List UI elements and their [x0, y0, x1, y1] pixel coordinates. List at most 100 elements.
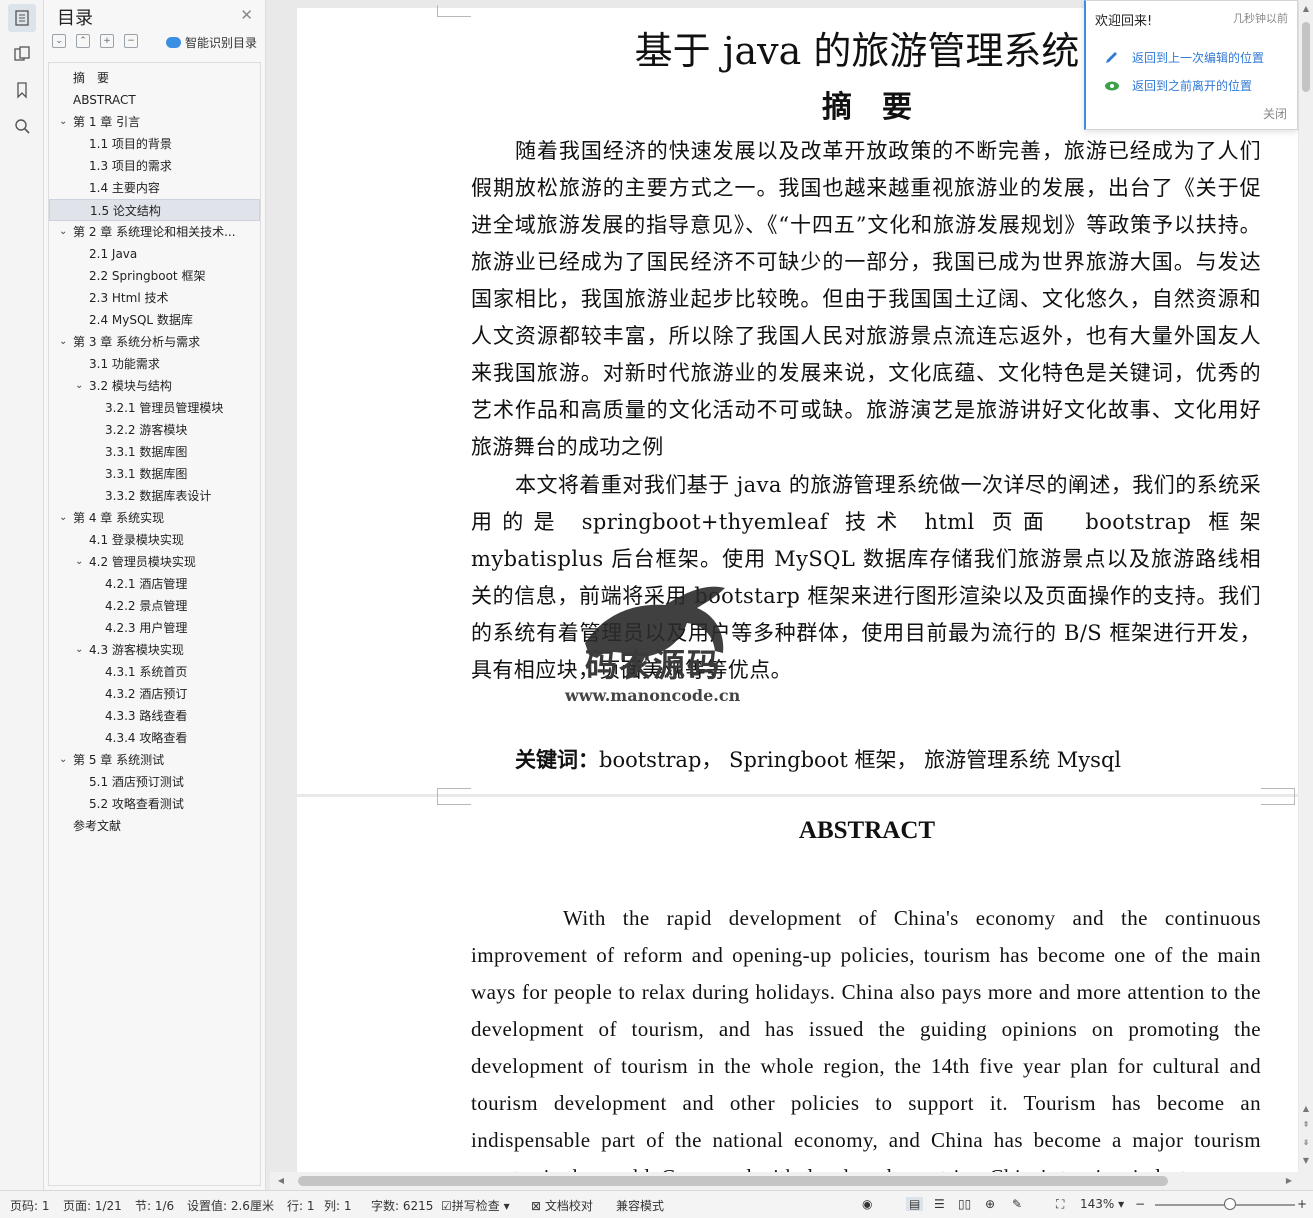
toc-item[interactable]: 1.1 项目的背景 [49, 133, 260, 155]
status-setting[interactable]: 设置值: 2.6厘米 [187, 1197, 274, 1214]
toc-item[interactable]: 3.2.1 管理员管理模块 [49, 397, 260, 419]
toc-item[interactable]: 1.3 项目的需求 [49, 155, 260, 177]
web-view-icon[interactable]: ⊕ [985, 1197, 995, 1211]
toc-item[interactable]: ⌄ 第 4 章 系统实现 [49, 507, 260, 529]
next-page-icon[interactable]: ⇟ [1301, 1138, 1311, 1148]
toc-item[interactable]: ⌄ 第 3 章 系统分析与需求 [49, 331, 260, 353]
collapse-all-icon[interactable]: ⌄ [52, 34, 66, 48]
toc-item[interactable]: ⌄ 第 1 章 引言 [49, 111, 260, 133]
close-icon[interactable]: ✕ [240, 6, 253, 24]
chevron-down-icon[interactable]: ⌄ [75, 375, 83, 397]
toc-item[interactable]: ⌄ 第 5 章 系统测试 [49, 749, 260, 771]
return-last-edit-link[interactable]: 返回到上一次编辑的位置 [1104, 49, 1264, 66]
toc-item[interactable]: 4.2.1 酒店管理 [49, 573, 260, 595]
chevron-down-icon[interactable]: ⌄ [75, 551, 83, 573]
chevron-down-icon[interactable]: ⌄ [59, 111, 67, 133]
outline-view-icon[interactable]: ☰ [934, 1197, 945, 1211]
toc-item[interactable]: 4.3.4 攻略查看 [49, 727, 260, 749]
toc-item[interactable]: ABSTRACT [49, 89, 260, 111]
toc-item[interactable]: 3.3.2 数据库表设计 [49, 485, 260, 507]
search-icon[interactable] [8, 112, 36, 140]
toc-item-label: 1.5 论文结构 [90, 204, 161, 218]
add-heading-icon[interactable]: + [100, 34, 114, 48]
toc-item[interactable]: 参考文献 [49, 815, 260, 837]
status-word-count[interactable]: 字数: 6215 [371, 1197, 433, 1214]
return-last-position-link[interactable]: 返回到之前离开的位置 [1104, 77, 1252, 94]
popup-close-button[interactable]: 关闭 [1263, 105, 1287, 122]
toc-item-label: 2.4 MySQL 数据库 [89, 313, 193, 327]
zoom-level[interactable]: 143% ▾ [1080, 1197, 1124, 1211]
doc-check-button[interactable]: ⊠ 文档校对 [531, 1197, 593, 1214]
status-col[interactable]: 列: 1 [324, 1197, 352, 1214]
horizontal-scroll-thumb[interactable] [298, 1176, 1168, 1186]
toc-item-label: 第 3 章 系统分析与需求 [73, 335, 201, 349]
toc-item[interactable]: 1.5 论文结构 [49, 199, 260, 221]
toc-item[interactable]: 摘 要 [49, 67, 260, 89]
scroll-right-icon[interactable]: ▶ [1284, 1176, 1294, 1186]
toc-item[interactable]: 3.3.1 数据库图 [49, 441, 260, 463]
toc-item[interactable]: 4.3.2 酒店预订 [49, 683, 260, 705]
toc-item[interactable]: 3.3.1 数据库图 [49, 463, 260, 485]
expand-all-icon[interactable]: ⌃ [76, 34, 90, 48]
toc-item[interactable]: ⌄ 4.2 管理员模块实现 [49, 551, 260, 573]
page-view-icon[interactable]: ▤ [906, 1197, 924, 1211]
toc-item[interactable]: 4.3.1 系统首页 [49, 661, 260, 683]
remove-heading-icon[interactable]: − [124, 34, 138, 48]
status-section[interactable]: 节: 1/6 [135, 1197, 174, 1214]
toc-item[interactable]: 3.1 功能需求 [49, 353, 260, 375]
toc-item[interactable]: 2.1 Java [49, 243, 260, 265]
toc-item[interactable]: 4.3.3 路线查看 [49, 705, 260, 727]
zoom-out-icon[interactable]: − [1135, 1197, 1145, 1211]
toc-item[interactable]: 4.1 登录模块实现 [49, 529, 260, 551]
english-abstract-paragraph: With the rapid development of China's ec… [471, 906, 1261, 1172]
chevron-down-icon[interactable]: ⌄ [75, 639, 83, 661]
reading-view-icon[interactable]: ▯▯ [958, 1197, 971, 1211]
eye-protection-icon[interactable]: ◉ [862, 1197, 872, 1211]
status-page-no[interactable]: 页码: 1 [10, 1197, 50, 1214]
chevron-down-icon[interactable]: ⌄ [59, 749, 67, 771]
toc-item[interactable]: 2.3 Html 技术 [49, 287, 260, 309]
toc-item[interactable]: 2.4 MySQL 数据库 [49, 309, 260, 331]
toc-item[interactable]: ⌄ 第 2 章 系统理论和相关技术... [49, 221, 260, 243]
toc-item-label: 2.1 Java [89, 247, 138, 261]
zoom-slider-knob[interactable] [1224, 1198, 1236, 1210]
fit-page-icon[interactable]: ⛶ [1056, 1197, 1064, 1212]
scroll-down-icon[interactable]: ▼ [1301, 1156, 1311, 1166]
toc-item[interactable]: ⌄ 3.2 模块与结构 [49, 375, 260, 397]
toc-item[interactable]: 2.2 Springboot 框架 [49, 265, 260, 287]
toc-item-label: 4.1 登录模块实现 [89, 533, 184, 547]
bookmark-icon[interactable] [8, 76, 36, 104]
watermark-url: www.manoncode.cn [565, 686, 741, 705]
scroll-up-icon[interactable]: ▲ [1301, 1104, 1311, 1114]
toc-item-label: 3.3.1 数据库图 [105, 445, 188, 459]
toc-item[interactable]: 1.4 主要内容 [49, 177, 260, 199]
smart-toc-button[interactable]: 智能识别目录 [165, 34, 257, 51]
zoom-in-icon[interactable]: + [1297, 1197, 1307, 1211]
wps-writer-window: 目录 ✕ ⌄ ⌃ + − 智能识别目录 摘 要 ABSTRACT ⌄ 第 1 章 引言… [0, 0, 1313, 1218]
status-pages[interactable]: 页面: 1/21 [63, 1197, 122, 1214]
status-row[interactable]: 行: 1 [287, 1197, 315, 1214]
toc-item[interactable]: 3.2.2 游客模块 [49, 419, 260, 441]
document-canvas[interactable]: 基于 java 的旅游管理系统 摘 要 随着我国经济的快速发展以及改革开放政策的… [296, 0, 1299, 1172]
toc-item[interactable]: ⌄ 4.3 游客模块实现 [49, 639, 260, 661]
chevron-down-icon[interactable]: ⌄ [59, 331, 67, 353]
toc-item[interactable]: 4.2.2 景点管理 [49, 595, 260, 617]
outline-icon[interactable] [8, 4, 36, 32]
crop-mark [437, 5, 471, 17]
scroll-up-icon[interactable]: ▲ [1301, 4, 1311, 14]
toc-item[interactable]: 5.2 攻略查看测试 [49, 793, 260, 815]
vertical-scrollbar[interactable]: ▲ ▲ ⇞ ⇟ ▼ [1299, 0, 1313, 1190]
chevron-down-icon[interactable]: ⌄ [59, 507, 67, 529]
scroll-left-icon[interactable]: ◀ [276, 1176, 286, 1186]
toc-item[interactable]: 4.2.3 用户管理 [49, 617, 260, 639]
prev-page-icon[interactable]: ⇞ [1301, 1120, 1311, 1130]
pages-icon[interactable] [8, 40, 36, 68]
spell-check-button[interactable]: ☑拼写检查 ▾ [441, 1197, 510, 1214]
keywords-label: 关键词： [515, 747, 599, 772]
write-mode-icon[interactable]: ✎ [1012, 1197, 1022, 1211]
toc-item[interactable]: 5.1 酒店预订测试 [49, 771, 260, 793]
toc-item-label: 1.3 项目的需求 [89, 159, 172, 173]
vertical-scroll-thumb[interactable] [1302, 22, 1310, 92]
horizontal-scrollbar[interactable]: ◀ ▶ [270, 1172, 1299, 1190]
chevron-down-icon[interactable]: ⌄ [59, 221, 67, 243]
